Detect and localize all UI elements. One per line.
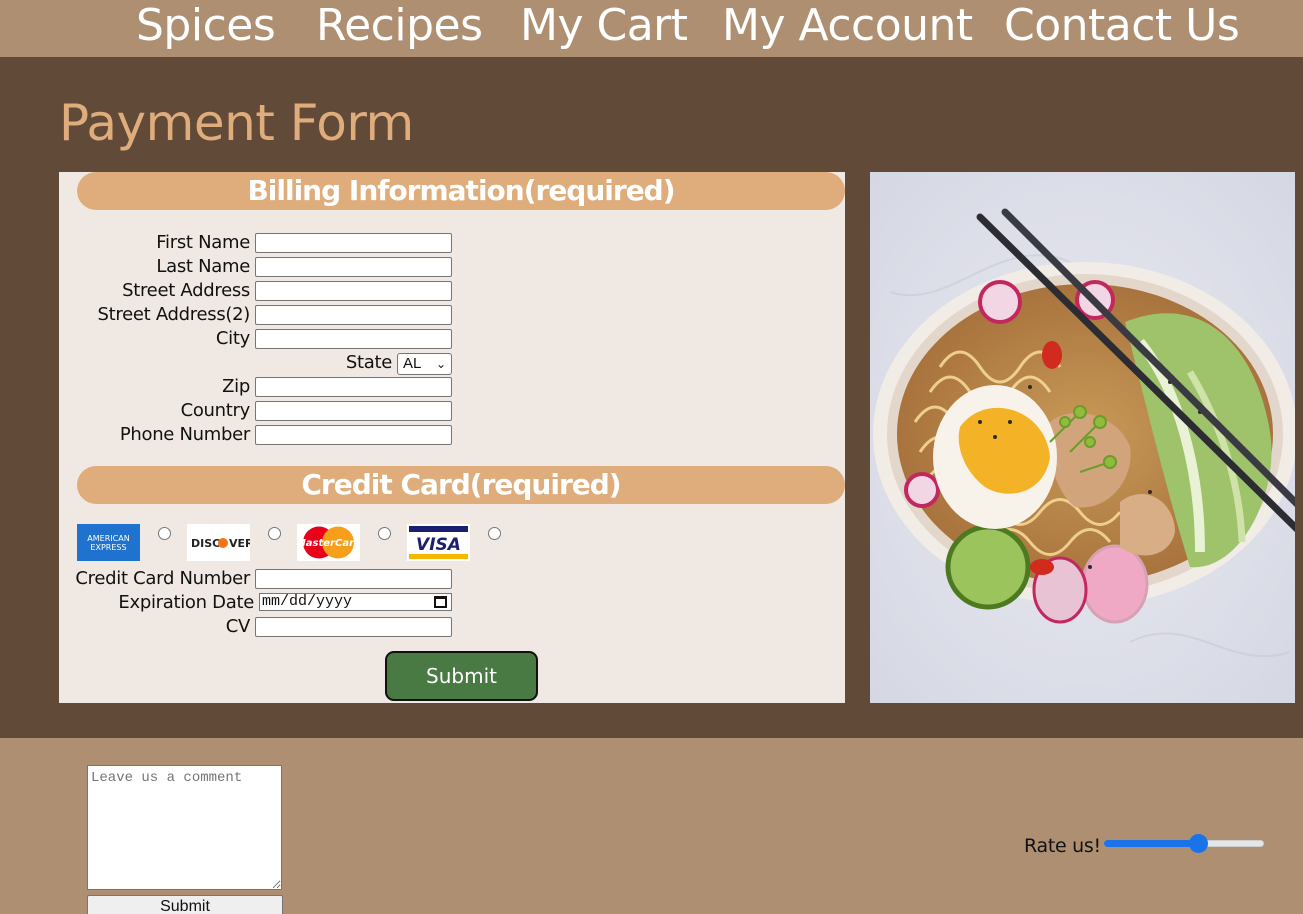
- card-number-field[interactable]: [255, 569, 452, 589]
- nav-link-my-cart[interactable]: My Cart: [520, 0, 688, 52]
- city-field[interactable]: [255, 329, 452, 349]
- chevron-down-icon: ⌄: [435, 357, 446, 371]
- credit-card-header: Credit Card(required): [77, 466, 845, 504]
- first-name-row: First Name: [59, 232, 250, 256]
- comment-textarea[interactable]: [87, 765, 282, 890]
- phone-number-field[interactable]: [255, 425, 452, 445]
- phone-row: Phone Number: [59, 424, 250, 448]
- street-address-field[interactable]: [255, 281, 452, 301]
- nav-link-recipes[interactable]: Recipes: [316, 0, 483, 52]
- street-address-row: Street Address: [59, 280, 250, 304]
- city-label: City: [215, 328, 250, 349]
- city-row: City: [59, 328, 250, 352]
- ramen-bowl-photo: [870, 172, 1295, 703]
- rating-slider-thumb[interactable]: [1189, 834, 1208, 853]
- amex-logo-text-1: AMERICAN: [87, 534, 129, 543]
- amex-radio[interactable]: [158, 527, 171, 540]
- discover-radio[interactable]: [268, 527, 281, 540]
- last-name-label: Last Name: [156, 256, 250, 277]
- street-address-2-field[interactable]: [255, 305, 452, 325]
- zip-row: Zip: [59, 376, 250, 400]
- card-number-row: Credit Card Number: [59, 568, 250, 592]
- amex-logo-text-2: EXPRESS: [90, 543, 126, 552]
- expiration-date-field[interactable]: mm/dd/yyyy: [259, 593, 452, 611]
- discover-logo-text-2: VER: [229, 537, 250, 550]
- zip-label: Zip: [222, 376, 250, 397]
- country-row: Country: [59, 400, 251, 424]
- rating-slider-fill: [1104, 840, 1199, 847]
- expiration-date-label: Expiration Date: [118, 592, 254, 613]
- main-section: Payment Form Billing Information(require…: [0, 57, 1303, 738]
- expiration-date-placeholder: mm/dd/yyyy: [262, 593, 353, 610]
- visa-radio[interactable]: [488, 527, 501, 540]
- state-row: State: [59, 352, 392, 376]
- top-nav: Spices Recipes My Cart My Account Contac…: [0, 0, 1303, 57]
- zip-field[interactable]: [255, 377, 452, 397]
- cv-row: CV: [59, 616, 251, 640]
- cv-field[interactable]: [255, 617, 452, 637]
- card-number-label: Credit Card Number: [75, 568, 250, 589]
- state-label: State: [345, 352, 392, 373]
- visa-logo-text: VISA: [416, 535, 461, 555]
- country-field[interactable]: [255, 401, 452, 421]
- amex-logo: AMERICAN EXPRESS: [77, 524, 140, 561]
- visa-logo: VISA: [407, 524, 470, 561]
- state-select[interactable]: AL ⌄: [397, 353, 452, 375]
- submit-payment-button[interactable]: Submit: [385, 651, 538, 701]
- payment-form: Billing Information(required) First Name…: [59, 172, 845, 703]
- nav-link-my-account[interactable]: My Account: [722, 0, 973, 52]
- billing-header: Billing Information(required): [77, 172, 845, 210]
- street-address-2-label: Street Address(2): [97, 304, 251, 325]
- street-address-2-row: Street Address(2): [59, 304, 251, 328]
- cv-label: CV: [225, 616, 251, 637]
- mastercard-logo: MasterCard: [297, 524, 360, 561]
- last-name-row: Last Name: [59, 256, 250, 280]
- first-name-label: First Name: [156, 232, 250, 253]
- rating-slider[interactable]: [1104, 834, 1264, 853]
- discover-logo: DISC VER: [187, 524, 250, 561]
- state-select-value: AL: [403, 355, 422, 372]
- phone-number-label: Phone Number: [119, 424, 250, 445]
- rate-us-label: Rate us!: [1024, 835, 1101, 857]
- mastercard-logo-text: MasterCard: [297, 538, 360, 549]
- mastercard-radio[interactable]: [378, 527, 391, 540]
- country-label: Country: [180, 400, 251, 421]
- nav-link-contact-us[interactable]: Contact Us: [1004, 0, 1240, 52]
- street-address-label: Street Address: [122, 280, 250, 301]
- nav-link-spices[interactable]: Spices: [136, 0, 276, 52]
- expiration-row: Expiration Date: [59, 592, 254, 616]
- comment-submit-button[interactable]: Submit: [87, 895, 283, 914]
- first-name-field[interactable]: [255, 233, 452, 253]
- calendar-icon[interactable]: [434, 596, 447, 608]
- page-title: Payment Form: [59, 94, 414, 152]
- discover-logo-text: DISC: [191, 537, 220, 550]
- last-name-field[interactable]: [255, 257, 452, 277]
